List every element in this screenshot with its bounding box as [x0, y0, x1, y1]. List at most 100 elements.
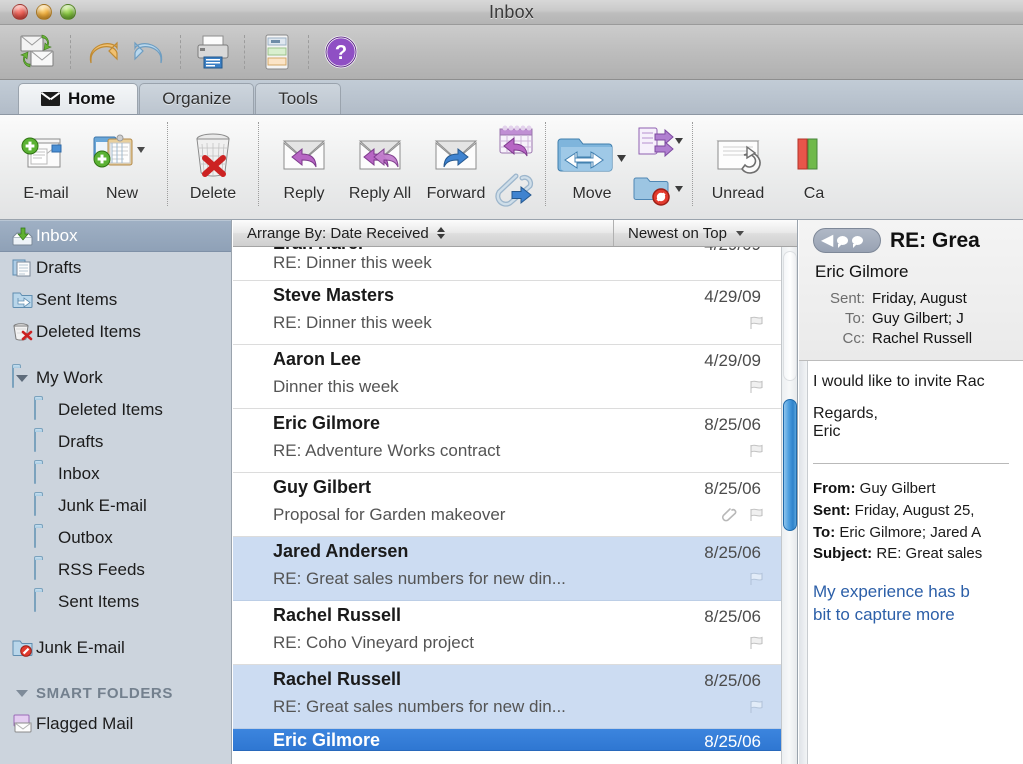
row-date: 8/25/06 — [704, 543, 761, 563]
ribbon-group-new: E-mail — [8, 120, 160, 212]
table-row[interactable]: Eric Gilmore 8/25/06 RE: Adventure Works… — [233, 409, 797, 473]
tab-tools[interactable]: Tools — [255, 83, 341, 114]
meeting-reply-icon[interactable] — [494, 124, 538, 169]
flag-icon[interactable] — [748, 379, 763, 394]
flag-icon[interactable] — [748, 635, 763, 650]
ribbon-button-move[interactable]: Move — [553, 120, 631, 210]
message-list-scrollbar[interactable] — [781, 247, 797, 764]
meta-label-sent: Sent: — [799, 290, 872, 307]
rules-icon[interactable] — [631, 124, 685, 169]
tab-home[interactable]: Home — [18, 83, 138, 114]
ribbon-button-categorize[interactable]: Ca — [776, 120, 852, 210]
sent-items-icon — [12, 290, 33, 309]
toolbar: ? — [0, 25, 1023, 80]
quote-row-from: From: Guy Gilbert — [813, 478, 1023, 500]
ribbon-group-respond: Reply Reply All — [266, 120, 538, 212]
undo-icon[interactable] — [80, 31, 126, 73]
conversation-bubble-icon — [837, 236, 848, 245]
message-list[interactable]: Arrange By: Date Received Newest on Top … — [233, 220, 798, 764]
sidebar-item-inbox[interactable]: Inbox — [0, 220, 231, 252]
table-row[interactable]: Steve Masters 4/29/09 RE: Dinner this we… — [233, 281, 797, 345]
sidebar-item-junk-email[interactable]: Junk E-mail — [0, 632, 231, 664]
arrange-by-control[interactable]: Arrange By: Date Received — [233, 225, 613, 242]
folder-sidebar[interactable]: Inbox Drafts — [0, 220, 232, 764]
ribbon-button-reply-all[interactable]: Reply All — [342, 120, 418, 210]
scrollbar-thumb[interactable] — [783, 399, 797, 531]
sidebar-item-mywork-junk-email[interactable]: Junk E-mail — [0, 490, 231, 522]
message-rows: Eran Harel 4/29/09 RE: Dinner this week … — [233, 247, 797, 764]
body-line-3: Eric — [813, 423, 1023, 441]
redo-icon[interactable] — [126, 31, 172, 73]
sidebar-label-my-work: My Work — [36, 368, 103, 388]
sort-order-control[interactable]: Newest on Top — [613, 220, 797, 246]
row-date: 8/25/06 — [704, 671, 761, 691]
sidebar-item-mywork-drafts[interactable]: Drafts — [0, 426, 231, 458]
chevron-down-icon[interactable] — [16, 690, 28, 697]
ribbon-button-email[interactable]: E-mail — [8, 120, 84, 210]
reading-pane[interactable]: ◀ RE: Grea Eric Gilmore Sent: Friday, Au… — [799, 220, 1023, 764]
print-icon[interactable] — [190, 31, 236, 73]
junk-folder-block-icon[interactable] — [631, 173, 685, 214]
sidebar-group-smart-folders[interactable]: SMART FOLDERS — [0, 678, 231, 708]
ribbon-label-forward: Forward — [427, 185, 486, 203]
folder-icon — [34, 528, 55, 547]
tab-home-label: Home — [68, 89, 115, 109]
table-row[interactable]: Rachel Russell 8/25/06 RE: Coho Vineyard… — [233, 601, 797, 665]
sort-stepper-icon[interactable] — [437, 227, 445, 239]
flag-icon[interactable] — [748, 443, 763, 458]
flag-icon[interactable] — [748, 699, 763, 714]
sidebar-item-deleted-items[interactable]: Deleted Items — [0, 316, 231, 348]
table-row[interactable]: Eran Harel 4/29/09 RE: Dinner this week — [233, 247, 797, 281]
attachment-icon[interactable] — [722, 507, 737, 522]
flag-icon[interactable] — [748, 571, 763, 586]
ribbon-button-delete[interactable]: Delete — [175, 120, 251, 210]
ribbon-label-reply-all: Reply All — [349, 185, 411, 203]
sidebar-spacer-3 — [0, 664, 231, 678]
sidebar-item-mywork-inbox[interactable]: Inbox — [0, 458, 231, 490]
flag-icon[interactable] — [748, 507, 763, 522]
new-email-icon — [14, 126, 78, 184]
attachment-forward-icon[interactable] — [494, 173, 538, 212]
table-row[interactable]: Jared Andersen 8/25/06 RE: Great sales n… — [233, 537, 797, 601]
sidebar-item-mywork-sent-items[interactable]: Sent Items — [0, 586, 231, 618]
tab-organize[interactable]: Organize — [139, 83, 254, 114]
ribbon-button-forward[interactable]: Forward — [418, 120, 494, 210]
back-arrow-icon: ◀ — [821, 233, 833, 249]
new-item-icon — [86, 126, 158, 184]
quote-label-sent: Sent: — [813, 502, 851, 519]
ribbon-button-unread[interactable]: Unread — [700, 120, 776, 210]
sidebar-item-mywork-outbox[interactable]: Outbox — [0, 522, 231, 554]
quoted-header: From: Guy Gilbert Sent: Friday, August 2… — [813, 478, 1023, 565]
sidebar-item-flagged-mail[interactable]: Flagged Mail — [0, 708, 231, 740]
ribbon-button-new[interactable]: New — [84, 120, 160, 210]
help-icon[interactable]: ? — [318, 31, 364, 73]
table-row[interactable]: Aaron Lee 4/29/09 Dinner this week — [233, 345, 797, 409]
table-row[interactable]: Guy Gilbert 8/25/06 Proposal for Garden … — [233, 473, 797, 537]
row-subject: Proposal for Garden makeover — [273, 505, 505, 525]
sidebar-item-my-work[interactable]: My Work — [0, 362, 231, 394]
row-subject: RE: Adventure Works contract — [273, 441, 500, 461]
ribbon-label-reply: Reply — [284, 185, 325, 203]
send-receive-icon[interactable] — [16, 31, 62, 73]
meta-row-sent: Sent: Friday, August — [799, 290, 1023, 307]
conversation-bubble-icon — [852, 236, 863, 245]
flag-icon[interactable] — [748, 315, 763, 330]
formatting-icon[interactable] — [254, 31, 300, 73]
svg-text:?: ? — [335, 42, 347, 64]
row-subject: RE: Dinner this week — [273, 253, 432, 273]
scrollbar-track — [783, 251, 797, 381]
sidebar-item-drafts[interactable]: Drafts — [0, 252, 231, 284]
conversation-back-icon[interactable]: ◀ — [813, 228, 881, 253]
sidebar-item-mywork-deleted-items[interactable]: Deleted Items — [0, 394, 231, 426]
reading-pane-title-row: ◀ RE: Grea — [799, 228, 1023, 253]
chevron-down-icon[interactable] — [736, 231, 744, 236]
table-row[interactable]: Eric Gilmore 8/25/06 — [233, 729, 797, 751]
ribbon-button-reply[interactable]: Reply — [266, 120, 342, 210]
quote-row-sent: Sent: Friday, August 25, — [813, 500, 1023, 522]
outlook-mac-window: Inbox — [0, 0, 1023, 764]
sidebar-label-mywork-5: RSS Feeds — [58, 560, 145, 580]
quote-value-sent: Friday, August 25, — [855, 502, 975, 519]
sidebar-item-mywork-rss-feeds[interactable]: RSS Feeds — [0, 554, 231, 586]
table-row[interactable]: Rachel Russell 8/25/06 RE: Great sales n… — [233, 665, 797, 729]
sidebar-item-sent-items[interactable]: Sent Items — [0, 284, 231, 316]
